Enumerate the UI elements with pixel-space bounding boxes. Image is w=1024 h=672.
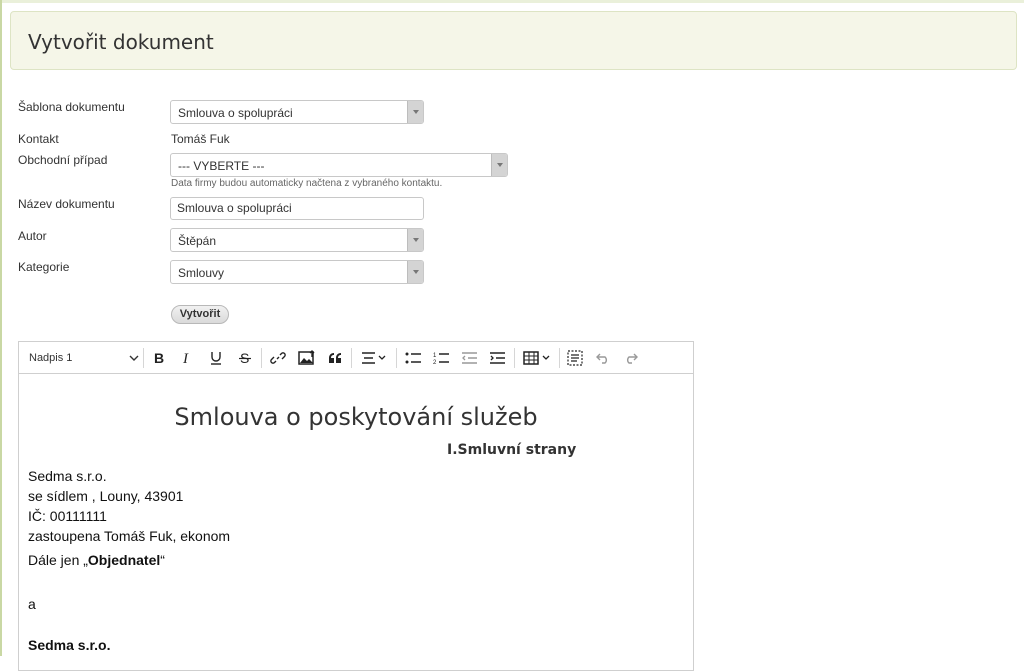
toolbar-separator: [351, 348, 352, 368]
toolbar-separator: [559, 348, 560, 368]
create-button[interactable]: Vytvořit: [171, 305, 229, 324]
numbered-list-icon: 12: [433, 353, 449, 365]
link-icon: [270, 352, 286, 364]
underline-button[interactable]: [205, 342, 227, 374]
company2-line: Sedma s.r.o.: [28, 637, 111, 653]
italic-icon: I: [182, 351, 189, 365]
link-button[interactable]: [267, 342, 289, 374]
editor-toolbar: Nadpis 1 B I S 1 2: [19, 342, 693, 374]
svg-text:1: 1: [433, 353, 437, 359]
align-dropdown[interactable]: [357, 342, 391, 374]
bold-button[interactable]: B: [148, 342, 170, 374]
source-icon: [567, 350, 583, 366]
referred-prefix: Dále jen „: [28, 552, 88, 568]
strikethrough-button[interactable]: S: [234, 342, 256, 374]
toolbar-separator: [261, 348, 262, 368]
chevron-down-icon[interactable]: [407, 261, 423, 283]
template-label: Šablona dokumentu: [18, 100, 125, 114]
top-border: [0, 0, 1024, 3]
numbered-list-button[interactable]: 12: [429, 342, 453, 374]
document-title: Smlouva o poskytování služeb: [174, 403, 538, 431]
undo-button[interactable]: [591, 342, 615, 374]
category-label: Kategorie: [18, 260, 70, 274]
business-case-select-value: --- VYBERTE ---: [178, 159, 265, 173]
chevron-down-icon: [129, 355, 139, 361]
heading-select[interactable]: Nadpis 1: [29, 342, 139, 374]
italic-button[interactable]: I: [176, 342, 198, 374]
category-select-value: Smlouvy: [178, 266, 225, 280]
left-border: [0, 0, 2, 656]
business-case-hint: Data firmy budou automaticky načtena z v…: [171, 178, 443, 189]
author-label: Autor: [18, 229, 47, 243]
chevron-down-icon[interactable]: [407, 101, 423, 123]
toolbar-separator: [396, 348, 397, 368]
editor-content[interactable]: Smlouva o poskytování služeb I.Smluvní s…: [19, 375, 693, 672]
conjunction-line: a: [28, 596, 36, 612]
business-case-label: Obchodní případ: [18, 153, 108, 167]
author-select-value: Štěpán: [178, 234, 217, 248]
bulleted-list-icon: [405, 352, 421, 364]
contact-value: Tomáš Fuk: [171, 132, 230, 146]
bold-icon: B: [154, 351, 164, 365]
redo-icon: [627, 353, 638, 364]
redo-button[interactable]: [619, 342, 643, 374]
page-header: Vytvořit dokument: [10, 11, 1017, 70]
company-line: Sedma s.r.o.: [28, 468, 107, 484]
source-button[interactable]: [563, 342, 587, 374]
author-select[interactable]: Štěpán: [170, 228, 424, 252]
chevron-down-icon[interactable]: [407, 229, 423, 251]
heading-select-value: Nadpis 1: [29, 352, 73, 364]
outdent-button[interactable]: [457, 342, 481, 374]
undo-icon: [596, 353, 607, 364]
represented-line: zastoupena Tomáš Fuk, ekonom: [28, 528, 231, 544]
referred-line: Dále jen „Objednatel“: [28, 552, 165, 568]
svg-text:I: I: [182, 351, 189, 365]
contact-label: Kontakt: [18, 132, 59, 146]
outdent-icon: [462, 352, 477, 364]
svg-text:2: 2: [433, 360, 437, 365]
indent-button[interactable]: [485, 342, 509, 374]
indent-icon: [490, 352, 505, 364]
document-name-input[interactable]: Smlouva o spolupráci: [170, 197, 424, 220]
underline-icon: [211, 352, 221, 365]
blockquote-icon: [329, 353, 341, 363]
bulleted-list-button[interactable]: [401, 342, 425, 374]
toolbar-separator: [143, 348, 144, 368]
svg-text:B: B: [154, 351, 164, 365]
template-select[interactable]: Smlouva o spolupráci: [170, 100, 424, 124]
align-icon: [362, 352, 386, 364]
address-line: se sídlem , Louny, 43901: [28, 488, 184, 504]
page-title: Vytvořit dokument: [28, 30, 214, 54]
ic-line: IČ: 00111111: [28, 508, 107, 524]
strikethrough-icon: S: [239, 351, 251, 365]
image-upload-icon: [298, 350, 315, 365]
blockquote-button[interactable]: [324, 342, 346, 374]
chevron-down-icon[interactable]: [491, 154, 507, 176]
document-name-label: Název dokumentu: [18, 197, 115, 211]
category-select[interactable]: Smlouvy: [170, 260, 424, 284]
toolbar-separator: [514, 348, 515, 368]
table-dropdown[interactable]: [519, 342, 555, 374]
business-case-select[interactable]: --- VYBERTE ---: [170, 153, 508, 177]
referred-suffix: “: [160, 552, 165, 568]
table-icon: [523, 351, 550, 365]
template-select-value: Smlouva o spolupráci: [178, 106, 293, 120]
referred-bold: Objednatel: [87, 552, 161, 568]
document-subtitle: I.Smluvní strany: [447, 442, 577, 458]
rich-text-editor: Nadpis 1 B I S 1 2 Smlouva o poskytování…: [18, 341, 694, 671]
image-upload-button[interactable]: [295, 342, 319, 374]
